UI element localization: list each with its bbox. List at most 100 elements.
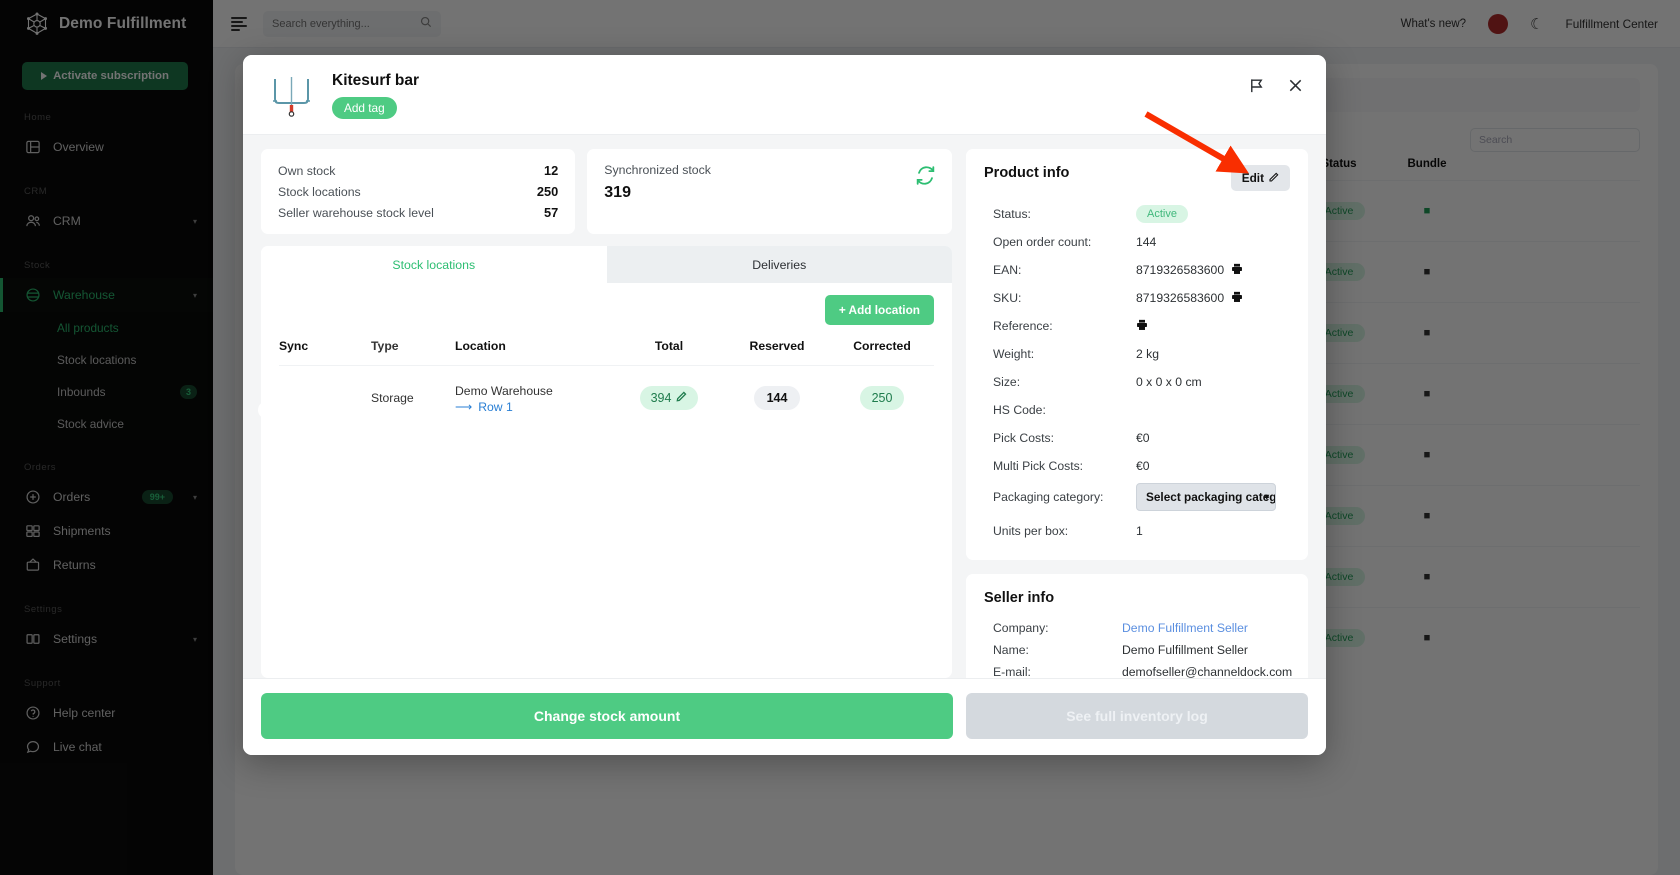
info-row-size: Size: 0 x 0 x 0 cm: [984, 371, 1290, 393]
info-key: Pick Costs:: [993, 431, 1054, 445]
seller-row-company: Company: Demo Fulfillment Seller: [984, 617, 1290, 639]
stock-locations-panel: + Add location Sync Type Location Total …: [258, 283, 952, 446]
info-value: 2 kg: [1136, 347, 1160, 361]
info-key: EAN:: [993, 263, 1022, 277]
info-row-reference: Reference:: [984, 315, 1290, 337]
seller-key: Name:: [993, 643, 1029, 657]
stat-value: 250: [536, 184, 559, 199]
location-name: Demo Warehouse: [455, 384, 553, 398]
change-stock-amount-button[interactable]: Change stock amount: [261, 693, 953, 739]
seller-key: Company:: [993, 621, 1049, 635]
stat-row: Seller warehouse stock level 57: [278, 205, 558, 220]
info-key: Packaging category:: [993, 490, 1104, 504]
info-key: Units per box:: [993, 524, 1069, 538]
info-key: SKU:: [993, 291, 1022, 305]
add-location-wrap: + Add location: [279, 295, 934, 325]
info-value: €0: [1136, 431, 1150, 445]
product-title-wrap: Kitesurf bar Add tag: [332, 69, 419, 119]
stat-value: 12: [544, 163, 559, 178]
column-total: Total: [654, 339, 684, 353]
seller-info-title: Seller info: [984, 590, 1055, 606]
modal-header-actions: [1248, 69, 1304, 99]
product-image: [265, 69, 318, 122]
info-value: 144: [1136, 235, 1157, 249]
column-sync: Sync: [279, 339, 309, 353]
column-reserved: Reserved: [749, 339, 805, 353]
location-row-link[interactable]: ⟶ Row 1: [455, 400, 614, 414]
add-location-button[interactable]: + Add location: [824, 295, 934, 325]
toggle-knob: [258, 400, 276, 419]
info-key: Reference:: [993, 319, 1053, 333]
seller-value: Demo Fulfillment Seller: [1122, 643, 1248, 657]
print-icon[interactable]: [1136, 319, 1148, 334]
info-value: 8719326583600: [1136, 263, 1225, 277]
total-stock-pill[interactable]: 394: [639, 386, 699, 410]
corrected-pill: 250: [859, 386, 905, 410]
seller-row-name: Name: Demo Fulfillment Seller: [984, 639, 1290, 661]
info-value: €0: [1136, 459, 1150, 473]
modal-footer: Change stock amount See full inventory l…: [243, 678, 1326, 755]
edit-button[interactable]: Edit: [1230, 165, 1290, 191]
column-location: Location: [455, 339, 506, 353]
synchronized-stock-label: Synchronized stock: [604, 163, 711, 177]
packaging-category-value: Select packaging category: [1146, 490, 1276, 504]
info-key: Size:: [993, 375, 1021, 389]
product-info-header: Product info Edit: [984, 165, 1290, 191]
product-info-card: Product info Edit Status: Active Open or…: [966, 149, 1308, 560]
reserved-pill: 144: [753, 386, 801, 410]
stat-label: Stock locations: [278, 185, 361, 199]
seller-company-link[interactable]: Demo Fulfillment Seller: [1122, 621, 1248, 635]
print-icon[interactable]: [1231, 291, 1243, 306]
stock-locations-table: Sync Type Location Total Reserved Correc…: [258, 339, 934, 432]
info-key: Status:: [993, 207, 1031, 221]
info-key: Weight:: [993, 347, 1035, 361]
seller-key: E-mail:: [993, 665, 1031, 679]
info-row-sku: SKU: 8719326583600: [984, 287, 1290, 309]
see-full-inventory-log-button: See full inventory log: [966, 693, 1308, 739]
synchronized-stock-card: Synchronized stock 319: [587, 149, 952, 234]
column-corrected: Corrected: [853, 339, 911, 353]
packaging-category-select[interactable]: Select packaging category ▾: [1136, 483, 1276, 511]
info-row-weight: Weight: 2 kg: [984, 343, 1290, 365]
modal-header: Kitesurf bar Add tag: [243, 55, 1326, 135]
stat-label: Own stock: [278, 164, 336, 178]
edit-pencil-icon: [1269, 171, 1279, 185]
info-row-ean: EAN: 8719326583600: [984, 259, 1290, 281]
refresh-icon[interactable]: [915, 165, 936, 191]
modal-body: Own stock 12 Stock locations 250 Seller …: [243, 135, 1326, 723]
product-detail-modal: Kitesurf bar Add tag Own stock 12 Stock …: [243, 55, 1326, 755]
info-value: 0 x 0 x 0 cm: [1136, 375, 1202, 389]
stat-row: Own stock 12: [278, 163, 558, 178]
total-value: 394: [650, 391, 672, 405]
arrow-right-icon: ⟶: [455, 400, 473, 414]
add-tag-button[interactable]: Add tag: [332, 97, 397, 119]
stat-label: Seller warehouse stock level: [278, 206, 434, 220]
own-stock-card: Own stock 12 Stock locations 250 Seller …: [261, 149, 576, 234]
seller-value: demofseller@channeldock.com: [1122, 665, 1293, 679]
location-row-label: Row 1: [478, 400, 513, 414]
status-badge: Active: [1136, 205, 1188, 223]
close-icon[interactable]: [1287, 77, 1304, 99]
page-title: Kitesurf bar: [332, 72, 419, 89]
tabs: Stock locations Deliveries: [261, 246, 952, 283]
info-key: HS Code:: [993, 403, 1046, 417]
stats-row: Own stock 12 Stock locations 250 Seller …: [261, 149, 952, 234]
product-info-title: Product info: [984, 165, 1070, 181]
info-row-packaging-category: Packaging category: Select packaging cat…: [984, 483, 1290, 511]
info-value: 8719326583600: [1136, 291, 1225, 305]
print-icon[interactable]: [1231, 263, 1243, 278]
info-value: 1: [1136, 524, 1143, 538]
tab-deliveries[interactable]: Deliveries: [606, 246, 952, 283]
table-header-row: Sync Type Location Total Reserved Correc…: [279, 339, 934, 365]
edit-pencil-icon: [676, 391, 687, 405]
stat-row: Stock locations 250: [278, 184, 558, 199]
stat-value: 57: [544, 205, 559, 220]
info-row-status: Status: Active: [984, 203, 1290, 225]
modal-left-column: Own stock 12 Stock locations 250 Seller …: [258, 149, 952, 678]
tab-stock-locations[interactable]: Stock locations: [261, 246, 607, 283]
info-row-multi-pick-costs: Multi Pick Costs: €0: [984, 455, 1290, 477]
info-key: Multi Pick Costs:: [993, 459, 1084, 473]
cell-location: Demo Warehouse ⟶ Row 1: [455, 382, 614, 414]
info-row-pick-costs: Pick Costs: €0: [984, 427, 1290, 449]
flag-icon[interactable]: [1248, 77, 1265, 99]
